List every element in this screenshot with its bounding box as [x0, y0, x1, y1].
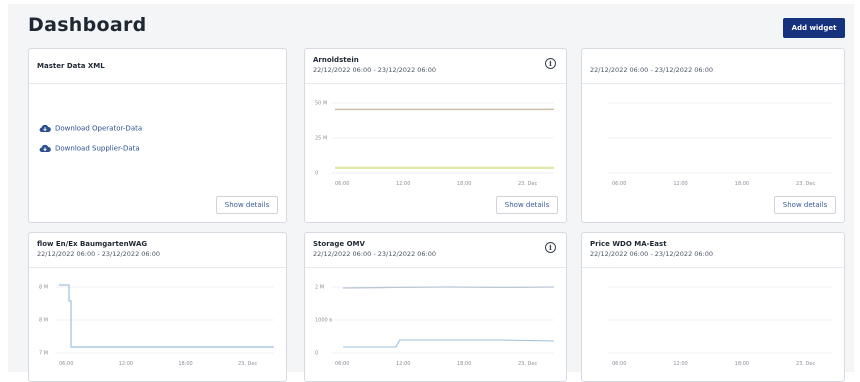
show-details-button[interactable]: Show details — [496, 196, 558, 214]
widget-date-range: 22/12/2022 06:00 - 23/12/2022 06:00 — [590, 250, 714, 258]
x-tick-label: 06:00 — [335, 181, 349, 187]
y-tick-label: 7 M — [39, 351, 48, 357]
add-widget-button[interactable]: Add widget — [783, 18, 845, 38]
x-tick-label: 12:00 — [673, 361, 687, 367]
info-icon[interactable]: i — [545, 242, 556, 253]
widget-title: Price WDO MA-East — [590, 240, 667, 248]
series-line — [342, 286, 555, 289]
widget-arnoldstein: Arnoldstein 22/12/2022 06:00 - 23/12/202… — [304, 48, 567, 223]
x-tick-label: 12:00 — [673, 181, 687, 187]
x-tick-label: 23. Dec — [796, 181, 815, 187]
x-tick-label: 12:00 — [396, 181, 410, 187]
widget-title: flow En/Ex BaumgartenWAG — [37, 240, 148, 248]
y-tick-label: 1000 k — [315, 318, 332, 324]
flow-chart: 8 M 8 M 7 M 06:00 12:00 18:00 23. Dec — [39, 284, 274, 367]
y-tick-label: 0 — [315, 351, 318, 357]
widget-date-range: 22/12/2022 06:00 - 23/12/2022 06:00 — [313, 66, 437, 74]
widget-header: Storage OMV 22/12/2022 06:00 - 23/12/202… — [305, 233, 566, 268]
widget-header: 22/12/2022 06:00 - 23/12/2022 06:00 — [582, 49, 844, 84]
y-tick-label: 0 — [315, 171, 318, 177]
x-tick-label: 18:00 — [178, 361, 192, 367]
x-tick-label: 12:00 — [119, 361, 133, 367]
x-tick-label: 06:00 — [612, 181, 626, 187]
x-tick-label: 18:00 — [457, 181, 471, 187]
link-label: Download Supplier-Data — [55, 144, 140, 153]
widget-flow-baumgarten: flow En/Ex BaumgartenWAG 22/12/2022 06:0… — [28, 232, 287, 382]
widget-title: Arnoldstein — [313, 56, 359, 64]
series-line — [343, 339, 555, 348]
widget-price-wdo: Price WDO MA-East 22/12/2022 06:00 - 23/… — [581, 232, 845, 382]
widget-master-data-xml: Master Data XML Download Operator-Data D… — [28, 48, 287, 223]
widget-header: Master Data XML — [29, 49, 286, 84]
show-details-button[interactable]: Show details — [774, 196, 836, 214]
widget-date-range: 22/12/2022 06:00 - 23/12/2022 06:00 — [590, 66, 714, 74]
y-tick-label: 8 M — [39, 285, 48, 291]
link-label: Download Operator-Data — [55, 124, 143, 133]
info-icon[interactable]: i — [545, 58, 556, 69]
x-tick-label: 06:00 — [612, 361, 626, 367]
cloud-download-icon — [39, 144, 51, 153]
untitled-chart: 06:00 12:00 18:00 23. Dec — [608, 102, 832, 187]
series-line — [59, 284, 274, 348]
show-details-button[interactable]: Show details — [216, 196, 278, 214]
x-tick-label: 06:00 — [335, 361, 349, 367]
widget-date-range: 22/12/2022 06:00 - 23/12/2022 06:00 — [313, 250, 437, 258]
widget-header: flow En/Ex BaumgartenWAG 22/12/2022 06:0… — [29, 233, 286, 268]
y-tick-label: 2 M — [315, 285, 324, 291]
y-tick-label: 50 M — [315, 101, 327, 107]
x-tick-label: 06:00 — [59, 361, 73, 367]
arnoldstein-chart: 50 M 25 M 0 06:00 12:00 18:00 23. Dec — [315, 101, 554, 187]
widget-title: Storage OMV — [313, 240, 365, 248]
widget-title: Master Data XML — [37, 62, 105, 70]
widget-storage-omv: Storage OMV 22/12/2022 06:00 - 23/12/202… — [304, 232, 567, 382]
x-tick-label: 18:00 — [457, 361, 471, 367]
download-supplier-data-link[interactable]: Download Supplier-Data — [39, 144, 140, 153]
y-tick-label: 8 M — [39, 318, 48, 324]
x-tick-label: 23. Dec — [518, 361, 537, 367]
y-tick-label: 25 M — [315, 136, 327, 142]
x-tick-label: 23. Dec — [518, 181, 537, 187]
price-chart: 06:00 12:00 18:00 23. Dec — [608, 286, 832, 367]
widget-header: Price WDO MA-East 22/12/2022 06:00 - 23/… — [582, 233, 844, 268]
download-operator-data-link[interactable]: Download Operator-Data — [39, 124, 142, 133]
x-tick-label: 23. Dec — [238, 361, 257, 367]
widget-untitled: 22/12/2022 06:00 - 23/12/2022 06:00 06:0… — [581, 48, 845, 223]
x-tick-label: 18:00 — [735, 361, 749, 367]
x-tick-label: 12:00 — [396, 361, 410, 367]
storage-chart: 2 M 1000 k 0 06:00 12:00 18:00 23. Dec — [315, 285, 555, 367]
widget-header: Arnoldstein 22/12/2022 06:00 - 23/12/202… — [305, 49, 566, 84]
widget-date-range: 22/12/2022 06:00 - 23/12/2022 06:00 — [37, 250, 161, 258]
cloud-download-icon — [39, 124, 51, 133]
x-tick-label: 18:00 — [735, 181, 749, 187]
page-title: Dashboard — [28, 14, 147, 36]
x-tick-label: 23. Dec — [796, 361, 815, 367]
